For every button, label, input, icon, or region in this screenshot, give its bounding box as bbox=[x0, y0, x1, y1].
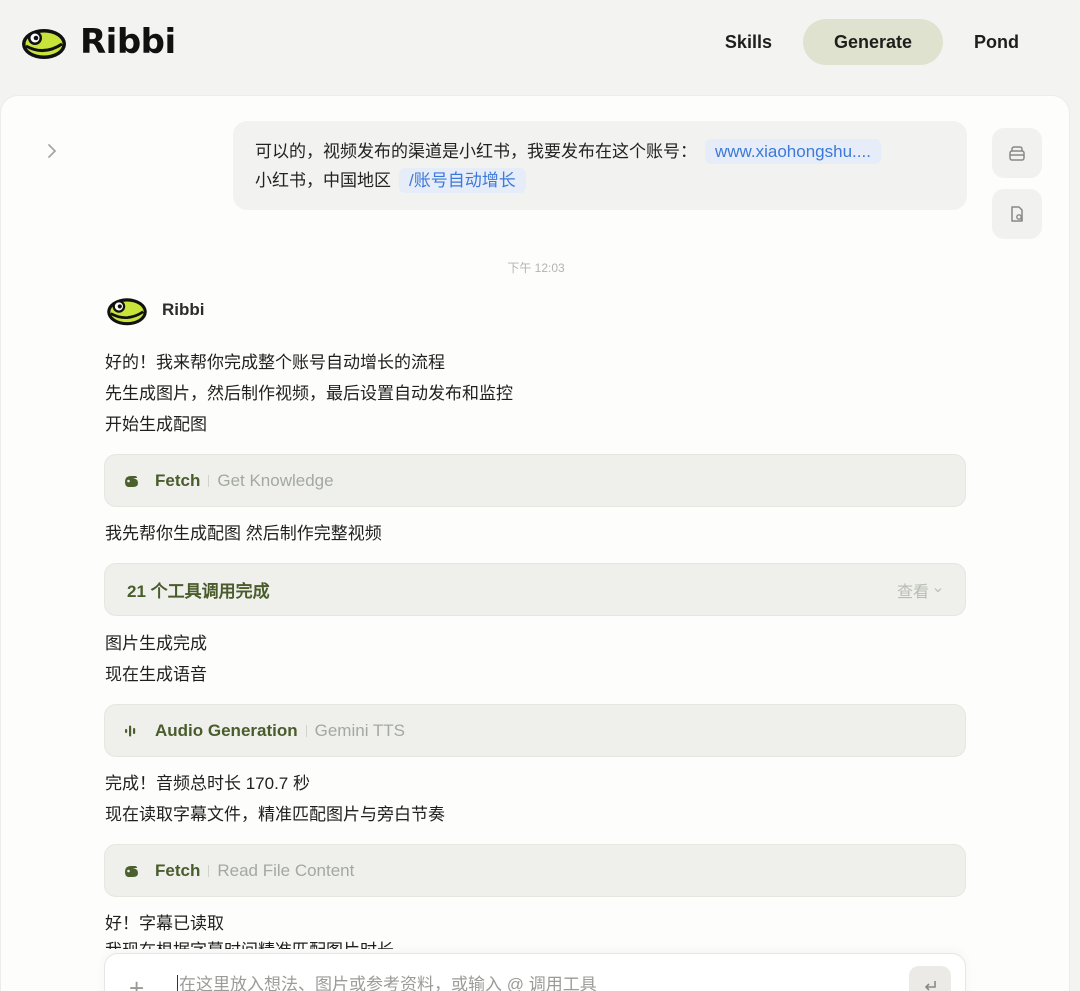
link-chip[interactable]: www.xiaohongshu.... bbox=[705, 139, 881, 164]
archive-button[interactable] bbox=[992, 128, 1042, 178]
box-icon bbox=[1009, 146, 1025, 161]
plus-icon[interactable]: + bbox=[129, 973, 144, 991]
tool-detail: Get Knowledge bbox=[217, 470, 334, 490]
chat-panel: 可以的，视频发布的渠道是小红书，我要发布在这个账号： www.xiaohongsh… bbox=[0, 95, 1070, 991]
send-button[interactable] bbox=[909, 966, 951, 991]
tool-name: Audio Generation bbox=[155, 720, 298, 740]
message-line: 图片生成完成 bbox=[105, 634, 207, 653]
message-composer: + bbox=[104, 953, 966, 991]
assistant-header: Ribbi bbox=[105, 292, 205, 328]
tool-name: Fetch bbox=[155, 470, 201, 490]
divider bbox=[208, 474, 210, 487]
divider bbox=[208, 864, 210, 877]
message-line: 现在生成语音 bbox=[105, 665, 207, 684]
tool-calls-summary[interactable]: 21 个工具调用完成 查看 bbox=[104, 563, 966, 616]
brand-name: Ribbi bbox=[80, 22, 176, 62]
tool-card-audio[interactable]: Audio Generation Gemini TTS bbox=[104, 704, 966, 757]
brand-logo[interactable]: Ribbi bbox=[20, 22, 176, 62]
audio-wave-icon bbox=[122, 721, 142, 741]
top-bar: Ribbi Skills Generate Pond bbox=[0, 0, 1080, 92]
summary-label: 21 个工具调用完成 bbox=[127, 582, 270, 601]
frog-avatar-icon bbox=[107, 298, 147, 326]
assistant-intro-text: 好的！我来帮你完成整个账号自动增长的流程 先生成图片，然后制作视频，最后设置自动… bbox=[105, 347, 513, 440]
message-line: 先生成图片，然后制作视频，最后设置自动发布和监控 bbox=[105, 384, 513, 403]
skill-chip[interactable]: /账号自动增长 bbox=[399, 168, 526, 193]
message-line-partial: 我现在根据字幕时间精准匹配图片时长 bbox=[105, 935, 394, 949]
file-search-icon bbox=[1011, 206, 1023, 222]
nav-generate[interactable]: Generate bbox=[802, 19, 943, 65]
fetch-hand-icon bbox=[122, 471, 142, 491]
message-line: 好的！我来帮你完成整个账号自动增长的流程 bbox=[105, 353, 445, 372]
message-input[interactable] bbox=[177, 975, 877, 991]
tool-name: Fetch bbox=[155, 860, 201, 880]
nav-pond[interactable]: Pond bbox=[943, 19, 1050, 65]
user-message-line-2: 小红书，中国地区/账号自动增长 bbox=[255, 166, 945, 195]
user-message: 可以的，视频发布的渠道是小红书，我要发布在这个账号： www.xiaohongsh… bbox=[233, 121, 967, 210]
tool-detail: Gemini TTS bbox=[314, 720, 405, 740]
message-line: 现在读取字幕文件，精准匹配图片与旁白节奏 bbox=[105, 805, 445, 824]
view-toggle[interactable]: 查看 bbox=[897, 578, 943, 602]
chevron-right-icon[interactable] bbox=[41, 140, 63, 162]
message-line: 我先帮你生成配图 然后制作完整视频 bbox=[105, 524, 382, 543]
nav-skills[interactable]: Skills bbox=[694, 19, 803, 65]
tool-card-fetch-file[interactable]: Fetch Read File Content bbox=[104, 844, 966, 897]
tool-card-fetch[interactable]: Fetch Get Knowledge bbox=[104, 454, 966, 507]
enter-icon bbox=[924, 981, 936, 991]
view-label: 查看 bbox=[896, 583, 929, 601]
chevron-down-icon bbox=[934, 587, 942, 592]
fetch-hand-icon bbox=[122, 861, 142, 881]
assistant-audio-text: 完成！音频总时长 170.7 秒 现在读取字幕文件，精准匹配图片与旁白节奏 bbox=[105, 768, 445, 830]
main-nav: Skills Generate Pond bbox=[694, 19, 1050, 65]
file-search-button[interactable] bbox=[992, 189, 1042, 239]
divider bbox=[305, 724, 307, 737]
tool-detail: Read File Content bbox=[217, 860, 355, 880]
frog-logo-icon bbox=[22, 29, 66, 59]
assistant-name: Ribbi bbox=[162, 300, 205, 319]
message-timestamp: 下午 12:03 bbox=[507, 261, 565, 275]
assistant-status-text: 图片生成完成 现在生成语音 bbox=[105, 628, 207, 690]
message-line: 完成！音频总时长 170.7 秒 bbox=[105, 774, 310, 793]
message-line: 开始生成配图 bbox=[105, 415, 207, 434]
user-message-line-1: 可以的，视频发布的渠道是小红书，我要发布在这个账号： www.xiaohongsh… bbox=[255, 137, 945, 166]
